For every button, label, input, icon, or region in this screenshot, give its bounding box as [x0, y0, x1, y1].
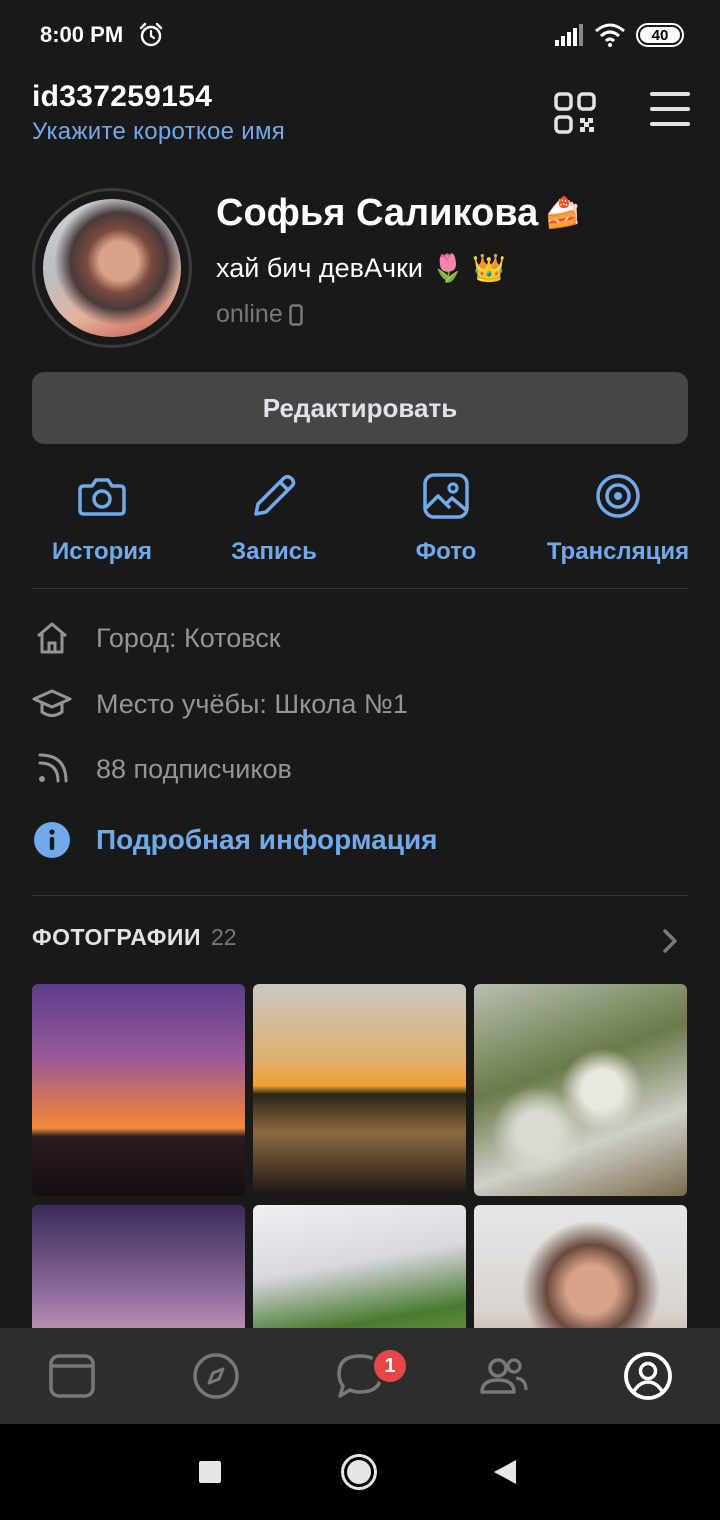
signal-icon: [555, 24, 583, 46]
action-story[interactable]: История: [17, 470, 187, 566]
photo-thumbnail[interactable]: [32, 984, 245, 1196]
profile-name-text: Софья Саликова: [216, 192, 539, 234]
status-bar: 8:00 PM 40: [0, 0, 720, 70]
info-city-text: Город: Котовск: [96, 622, 281, 653]
quick-actions: История Запись Фото Трансляция: [0, 470, 720, 580]
edit-profile-button[interactable]: Редактировать: [32, 372, 688, 444]
profile-header: id337259154 Укажите короткое имя: [0, 70, 720, 166]
photo-thumbnail[interactable]: [474, 984, 687, 1196]
status-indicators: 40: [554, 22, 684, 48]
info-followers-text: 88 подписчиков: [96, 753, 292, 784]
photos-header[interactable]: ФОТОГРАФИИ 22: [32, 924, 688, 958]
info-followers[interactable]: 88 подписчиков: [32, 749, 688, 789]
profile-icon[interactable]: [622, 1350, 674, 1402]
action-photo[interactable]: Фото: [361, 470, 531, 566]
recents-button[interactable]: [199, 1461, 221, 1483]
back-button[interactable]: [494, 1460, 516, 1484]
avatar[interactable]: [32, 188, 192, 348]
camera-icon: [78, 478, 126, 516]
photos-title: ФОТОГРАФИИ: [32, 924, 201, 950]
home-button[interactable]: [341, 1454, 377, 1490]
avatar-photo: [43, 199, 181, 337]
explore-icon[interactable]: [190, 1350, 242, 1402]
battery-icon: 40: [636, 23, 684, 47]
menu-icon[interactable]: [650, 92, 692, 132]
info-details-link: Подробная информация: [96, 824, 438, 855]
messages-badge: 1: [371, 1347, 409, 1385]
action-post-label: Запись: [231, 538, 317, 565]
chevron-right-icon: [663, 929, 677, 953]
user-id: id337259154: [32, 80, 213, 113]
photos-count: 22: [210, 924, 237, 950]
action-post[interactable]: Запись: [189, 470, 359, 566]
action-story-label: История: [51, 538, 153, 565]
info-icon: [34, 822, 70, 858]
bottom-tab-bar: [0, 1328, 720, 1424]
divider: [32, 895, 688, 896]
profile-status[interactable]: хай бич девАчки 🌷 👑: [216, 252, 506, 284]
alarm-icon: [139, 22, 163, 47]
qr-code-icon[interactable]: [552, 90, 598, 136]
wifi-icon: [595, 23, 625, 47]
status-time: 8:00 PM: [40, 22, 124, 47]
profile-name: Софья Саликова 🍰: [216, 192, 582, 235]
online-label: online: [216, 300, 283, 328]
pencil-icon: [254, 474, 296, 516]
status-emoji-icon: 🌷 👑: [431, 253, 506, 283]
action-broadcast-label: Трансляция: [546, 538, 690, 565]
cake-emoji-icon: 🍰: [544, 197, 582, 230]
mobile-icon: [288, 303, 303, 326]
friends-icon[interactable]: [478, 1350, 530, 1402]
system-nav-bar: [0, 1424, 720, 1520]
online-status: online: [216, 300, 303, 329]
home-icon: [37, 622, 67, 654]
battery-level: 40: [640, 27, 680, 44]
image-icon: [423, 473, 469, 519]
info-school: Место учёбы: Школа №1: [32, 684, 688, 724]
rss-icon: [38, 753, 68, 783]
graduation-cap-icon: [32, 689, 72, 717]
action-broadcast[interactable]: Трансляция: [533, 470, 703, 566]
profile-status-text: хай бич девАчки: [216, 252, 423, 283]
info-city: Город: Котовск: [32, 618, 688, 658]
broadcast-icon: [596, 474, 640, 518]
feed-icon[interactable]: [46, 1350, 98, 1402]
photo-thumbnail[interactable]: [253, 984, 466, 1196]
short-name-link[interactable]: Укажите короткое имя: [32, 118, 285, 146]
divider: [32, 588, 688, 589]
info-details[interactable]: Подробная информация: [32, 820, 688, 860]
action-photo-label: Фото: [415, 538, 477, 565]
info-school-text: Место учёбы: Школа №1: [96, 688, 408, 719]
